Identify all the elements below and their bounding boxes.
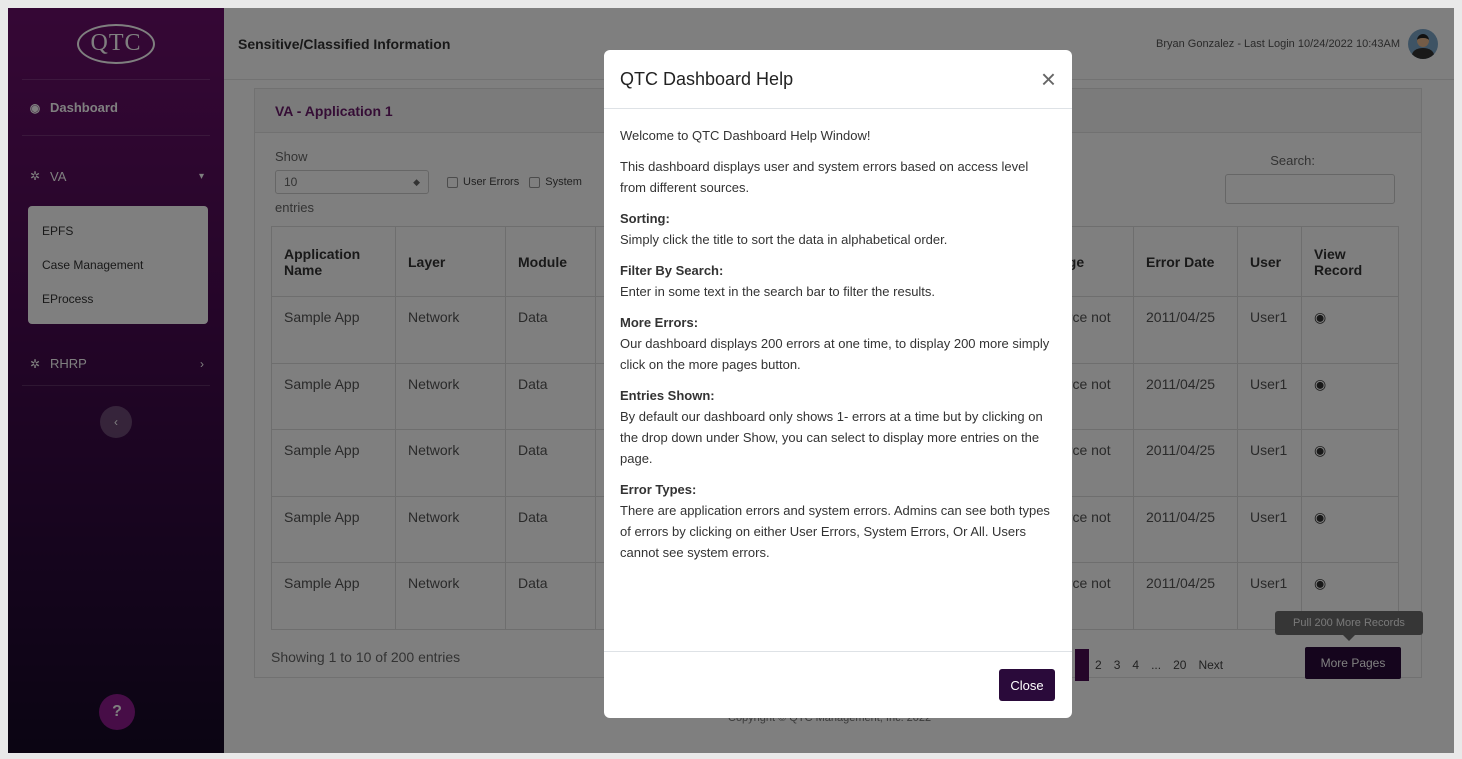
section-text: By default our dashboard only shows 1- e… xyxy=(620,409,1043,466)
section-title: Sorting: xyxy=(620,211,670,226)
section-title: Filter By Search: xyxy=(620,263,724,278)
section-text: Our dashboard displays 200 errors at one… xyxy=(620,336,1050,372)
help-modal: QTC Dashboard Help × Welcome to QTC Dash… xyxy=(604,50,1072,718)
section-text: There are application errors and system … xyxy=(620,503,1050,560)
modal-body: Welcome to QTC Dashboard Help Window! Th… xyxy=(604,109,1072,563)
help-section-entries: Entries Shown: By default our dashboard … xyxy=(620,385,1056,469)
close-button[interactable]: Close xyxy=(999,669,1055,701)
section-title: More Errors: xyxy=(620,315,699,330)
app-frame: QTC ◉ Dashboard ✲ VA ▾ EPFS Case Managem… xyxy=(8,8,1454,753)
modal-intro: This dashboard displays user and system … xyxy=(620,159,1029,195)
modal-footer: Close xyxy=(604,651,1072,718)
help-section-more-errors: More Errors: Our dashboard displays 200 … xyxy=(620,312,1056,375)
modal-title: QTC Dashboard Help xyxy=(620,68,794,89)
section-text: Simply click the title to sort the data … xyxy=(620,232,948,247)
modal-welcome: Welcome to QTC Dashboard Help Window! xyxy=(620,128,871,143)
modal-header: QTC Dashboard Help × xyxy=(604,50,1072,109)
section-title: Error Types: xyxy=(620,482,697,497)
help-section-sorting: Sorting: Simply click the title to sort … xyxy=(620,208,1056,250)
section-title: Entries Shown: xyxy=(620,388,715,403)
help-section-filter: Filter By Search: Enter in some text in … xyxy=(620,260,1056,302)
section-text: Enter in some text in the search bar to … xyxy=(620,284,936,299)
help-section-error-types: Error Types: There are application error… xyxy=(620,479,1056,563)
close-icon[interactable]: × xyxy=(1041,66,1056,92)
